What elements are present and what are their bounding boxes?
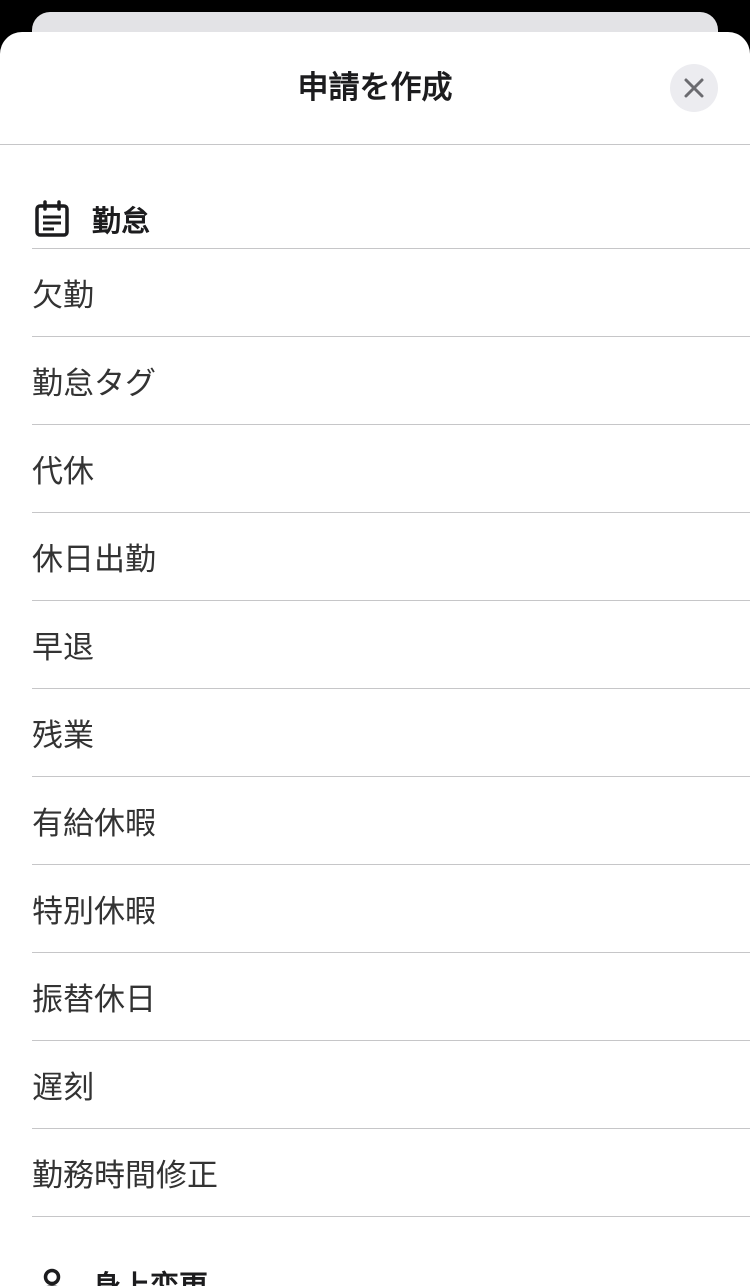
list-item-late[interactable]: 遅刻 [32, 1040, 750, 1128]
create-request-sheet: 申請を作成 勤怠 欠勤 勤怠タグ 代休 休日出勤 早退 残業 有給休暇 特別休暇… [0, 32, 750, 1286]
calendar-note-icon [32, 199, 72, 239]
section-title: 身上変更 [92, 1269, 209, 1286]
list-item-substitute-holiday[interactable]: 振替休日 [32, 952, 750, 1040]
list-item-attendance-tag[interactable]: 勤怠タグ [32, 336, 750, 424]
section-header-attendance: 勤怠 [32, 189, 150, 249]
list-item-early-leave[interactable]: 早退 [32, 600, 750, 688]
person-icon [32, 1264, 72, 1286]
list-item-work-hours-correction[interactable]: 勤務時間修正 [32, 1128, 750, 1217]
section-header-personal-change: 身上変更 [32, 1254, 208, 1286]
close-button[interactable] [670, 64, 718, 112]
attendance-request-list: 欠勤 勤怠タグ 代休 休日出勤 早退 残業 有給休暇 特別休暇 振替休日 遅刻 … [32, 248, 750, 1217]
list-item-special-leave[interactable]: 特別休暇 [32, 864, 750, 952]
sheet-header: 申請を作成 [0, 32, 750, 145]
list-item-paid-leave[interactable]: 有給休暇 [32, 776, 750, 864]
page-title: 申請を作成 [297, 70, 453, 106]
list-item-compensatory-leave[interactable]: 代休 [32, 424, 750, 512]
section-title: 勤怠 [92, 204, 151, 238]
list-item-absence[interactable]: 欠勤 [32, 248, 750, 336]
close-icon [684, 78, 704, 98]
list-item-overtime[interactable]: 残業 [32, 688, 750, 776]
list-item-holiday-work[interactable]: 休日出勤 [32, 512, 750, 600]
